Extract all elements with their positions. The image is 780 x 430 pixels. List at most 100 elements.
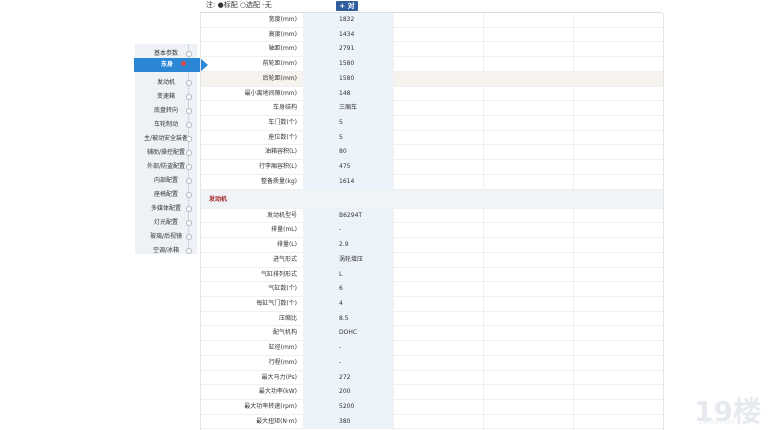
timeline-dot-icon bbox=[186, 178, 192, 184]
timeline-dot-icon bbox=[186, 80, 192, 86]
table-row: 座位数(个) 5 bbox=[201, 130, 663, 146]
row-value: 5 bbox=[303, 116, 393, 130]
row-value: 380 bbox=[303, 414, 393, 429]
sidebar-item-label: 主/被动安全装备 bbox=[143, 135, 189, 142]
table-row: 后轮距(mm) 1580 bbox=[201, 71, 663, 87]
row-value: 1832 bbox=[303, 13, 393, 27]
row-value: L bbox=[303, 267, 393, 282]
table-row: 配气机构 DOHC bbox=[201, 326, 663, 342]
sidebar-item-active[interactable]: 东身 bbox=[134, 58, 208, 72]
sidebar-item[interactable]: 底盘转向 bbox=[135, 104, 197, 117]
table-row: 轴距(mm) 2791 bbox=[201, 42, 663, 58]
sidebar-item-label: 灯光配置 bbox=[153, 219, 178, 226]
row-value: - bbox=[303, 223, 393, 238]
row-label: 行李厢容积(L) bbox=[258, 163, 297, 171]
table-row: 最大马力(Ps) 272 bbox=[201, 370, 663, 386]
table-row: 整备质量(kg) 1614 bbox=[201, 174, 663, 190]
section-title: 发动机 bbox=[209, 195, 228, 203]
sidebar-item-label: 多媒体配置 bbox=[150, 205, 181, 212]
row-value: - bbox=[303, 341, 393, 355]
sidebar-item-label: 底盘转向 bbox=[153, 107, 178, 114]
timeline-dot-icon bbox=[186, 192, 192, 198]
sidebar-item[interactable]: 主/被动安全装备 bbox=[135, 132, 197, 145]
row-value: 三厢车 bbox=[303, 101, 393, 116]
sidebar-item[interactable]: 车轮制动 bbox=[135, 118, 197, 131]
sidebar-item-label: 内部配置 bbox=[153, 177, 178, 184]
active-indicator-icon bbox=[181, 61, 186, 66]
row-label: 行程(mm) bbox=[268, 358, 297, 366]
table-row: 高度(mm) 1434 bbox=[201, 27, 663, 43]
sidebar-item[interactable]: 变速箱 bbox=[135, 90, 197, 103]
row-label: 进气形式 bbox=[272, 255, 297, 263]
table-row: 进气形式 涡轮增压 bbox=[201, 252, 663, 268]
row-value: 4 bbox=[303, 296, 393, 311]
row-label: 车门数(个) bbox=[268, 119, 297, 127]
row-label: 缸径(mm) bbox=[268, 344, 297, 352]
row-label: 每缸气门数(个) bbox=[256, 299, 297, 307]
row-label: 最大功率转速(rpm) bbox=[244, 402, 297, 410]
table-row: 排量(L) 2.9 bbox=[201, 238, 663, 253]
section-engine: 发动机 bbox=[201, 189, 663, 209]
row-label: 整备质量(kg) bbox=[261, 177, 297, 185]
timeline-dot-icon bbox=[186, 234, 192, 240]
row-value: 涡轮增压 bbox=[303, 252, 393, 267]
table-row: 行程(mm) - bbox=[201, 355, 663, 371]
table-row: 最大扭矩(N·m) 380 bbox=[201, 414, 663, 430]
timeline-dot-icon bbox=[186, 206, 192, 212]
spec-table: 宽度(mm) 1832 高度(mm) 1434 轴距(mm) 2791 前轮距(mm) 158… bbox=[200, 13, 664, 430]
row-label: 排量(mL) bbox=[271, 226, 297, 234]
timeline-dot-icon bbox=[186, 108, 192, 114]
sidebar-item[interactable]: 多媒体配置 bbox=[135, 202, 197, 215]
row-label: 高度(mm) bbox=[268, 30, 297, 38]
table-row: 发动机型号 B6294T bbox=[201, 208, 663, 224]
table-row: 油箱容积(L) 80 bbox=[201, 145, 663, 161]
row-value: B6294T bbox=[303, 208, 393, 223]
sidebar-item[interactable]: 外部/防盗配置 bbox=[135, 160, 197, 173]
table-row: 前轮距(mm) 1580 bbox=[201, 57, 663, 72]
timeline-dot-icon bbox=[186, 136, 192, 142]
sidebar-item-label: 玻璃/后视镜 bbox=[149, 233, 183, 240]
table-row: 最大功率(kW) 200 bbox=[201, 385, 663, 400]
row-value: 1434 bbox=[303, 27, 393, 42]
sidebar-item[interactable]: 内部配置 bbox=[135, 174, 197, 187]
sidebar-item[interactable]: 辅助/操控配置 bbox=[135, 146, 197, 159]
row-label: 发动机型号 bbox=[266, 211, 297, 219]
sidebar-item[interactable]: 玻璃/后视镜 bbox=[135, 230, 197, 243]
site-watermark: 19楼 19lou.com bbox=[684, 390, 776, 428]
timeline-dot-icon bbox=[186, 51, 192, 57]
table-row: 排量(mL) - bbox=[201, 223, 663, 239]
row-value: 148 bbox=[303, 86, 393, 101]
body-rows: 宽度(mm) 1832 高度(mm) 1434 轴距(mm) 2791 前轮距(mm) 158… bbox=[201, 13, 663, 190]
sidebar-item[interactable]: 发动机 bbox=[135, 76, 197, 89]
timeline-dot-icon bbox=[186, 94, 192, 100]
row-value: 272 bbox=[303, 370, 393, 385]
row-label: 后轮距(mm) bbox=[262, 74, 297, 82]
timeline-dot-icon bbox=[186, 220, 192, 226]
table-row: 缸径(mm) - bbox=[201, 341, 663, 356]
table-row: 最小离地间隙(mm) 148 bbox=[201, 86, 663, 102]
row-label: 气缸排列形式 bbox=[260, 270, 297, 278]
row-value: 5 bbox=[303, 130, 393, 145]
row-value: 2.9 bbox=[303, 238, 393, 252]
row-label: 最大马力(Ps) bbox=[261, 373, 297, 381]
sidebar-item-label: 座椅配置 bbox=[153, 191, 178, 198]
row-value: 6 bbox=[303, 282, 393, 296]
table-row: 车身结构 三厢车 bbox=[201, 101, 663, 117]
compare-button[interactable]: + 对比 bbox=[336, 1, 358, 20]
sidebar-item[interactable]: 座椅配置 bbox=[135, 188, 197, 201]
row-label: 油箱容积(L) bbox=[264, 148, 297, 156]
sidebar-item-label: 车轮制动 bbox=[153, 121, 178, 128]
legend-text: 注: ●标配 ○选配 -无 bbox=[206, 1, 272, 9]
sidebar-item-label: 空调/冰箱 bbox=[152, 247, 180, 254]
row-value: 1614 bbox=[303, 174, 393, 189]
row-label: 最大功率(kW) bbox=[258, 388, 297, 396]
watermark-url: 19lou.com bbox=[698, 418, 735, 426]
sidebar-item-label: 辅助/操控配置 bbox=[146, 149, 186, 156]
sidebar-item[interactable]: 灯光配置 bbox=[135, 216, 197, 229]
sidebar-item[interactable]: 空调/冰箱 bbox=[135, 244, 197, 257]
row-label: 排量(L) bbox=[276, 241, 297, 249]
row-value: 80 bbox=[303, 145, 393, 160]
row-label: 气缸数(个) bbox=[268, 285, 297, 293]
engine-rows: 发动机型号 B6294T 排量(mL) - 排量(L) 2.9 进气形式 涡轮增压 气缸排列形式… bbox=[201, 208, 663, 430]
sidebar-active-label: 东身 bbox=[160, 61, 173, 68]
